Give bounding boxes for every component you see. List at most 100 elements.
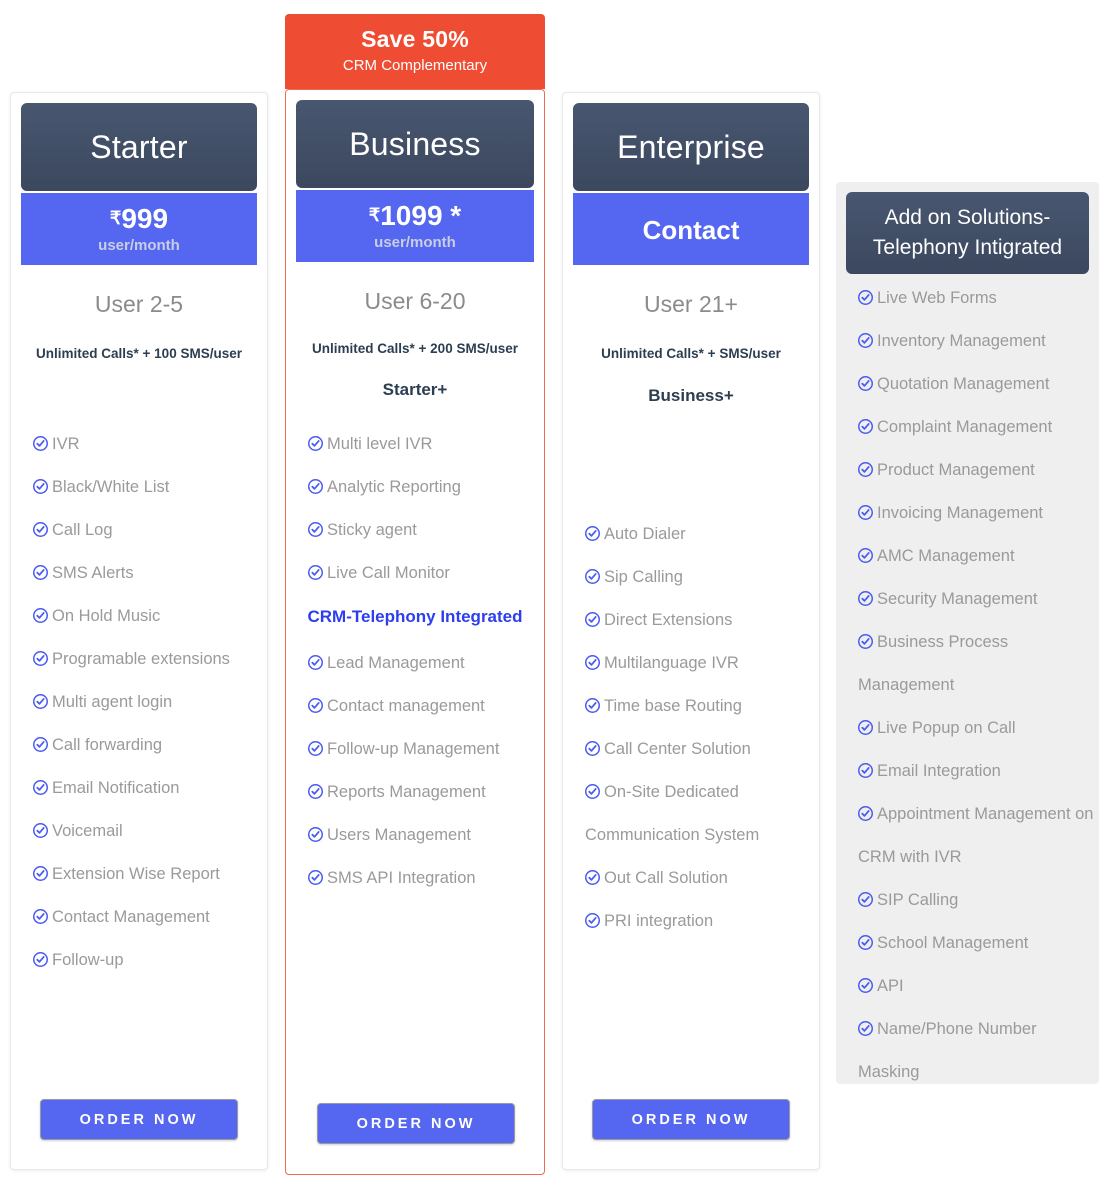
addon-panel-title: Add on Solutions-Telephony Intigrated (872, 206, 1063, 259)
check-circle-icon (308, 784, 323, 799)
feature-item: Programable extensions (11, 638, 267, 681)
order-now-button-enterprise[interactable]: ORDER NOW (592, 1099, 790, 1140)
price-value: 1099 * (380, 200, 462, 231)
plan-calls-starter: Unlimited Calls* + 100 SMS/user (36, 346, 242, 361)
feature-label: On Hold Music (52, 607, 161, 625)
check-circle-icon (33, 608, 48, 623)
feature-label: Contact management (327, 697, 485, 715)
feature-item: Black/White List (11, 466, 267, 509)
check-circle-icon (858, 978, 873, 993)
check-circle-icon (33, 651, 48, 666)
plan-tier-label-business: Starter+ (382, 380, 448, 399)
badge-main-text: Save 50% (361, 26, 469, 52)
feature-label: Follow-up Management (327, 740, 500, 758)
feature-item: Sip Calling (563, 556, 819, 599)
price-period: user/month (374, 234, 456, 251)
feature-label: Out Call Solution (604, 869, 728, 887)
feature-item: SMS Alerts (11, 552, 267, 595)
feature-label: Product Management (877, 461, 1035, 479)
feature-item: School Management (836, 922, 1099, 965)
check-circle-icon (858, 1021, 873, 1036)
check-circle-icon (308, 436, 323, 451)
feature-list-business: Multi level IVR Analytic Reporting Sticky … (286, 423, 544, 595)
feature-label: Voicemail (52, 822, 123, 840)
order-now-button-starter[interactable]: ORDER NOW (40, 1099, 238, 1140)
check-circle-icon (858, 763, 873, 778)
check-circle-icon (33, 823, 48, 838)
feature-item: Product Management (836, 449, 1099, 492)
check-circle-icon (585, 913, 600, 928)
check-circle-icon (858, 591, 873, 606)
feature-label: AMC Management (877, 547, 1015, 565)
feature-item: Sticky agent (286, 509, 544, 552)
plan-name: Starter (90, 128, 188, 165)
check-circle-icon (308, 741, 323, 756)
price-value: 999 (121, 203, 169, 234)
feature-item: Multi level IVR (286, 423, 544, 466)
check-circle-icon (585, 526, 600, 541)
feature-list-enterprise: Auto Dialer Sip Calling Direct Extensions M… (563, 513, 819, 943)
plan-card-starter: Starter ₹999 user/month User 2-5 Unlimit… (10, 92, 268, 1170)
feature-item: Complaint Management (836, 406, 1099, 449)
feature-label: Email Notification (52, 779, 180, 797)
price-period: user/month (98, 237, 180, 254)
feature-label: Direct Extensions (604, 611, 733, 629)
feature-item: Extension Wise Report (11, 853, 267, 896)
plan-name: Enterprise (617, 128, 765, 165)
feature-item: Contact management (286, 685, 544, 728)
feature-label: Analytic Reporting (327, 478, 461, 496)
check-circle-icon (585, 612, 600, 627)
check-circle-icon (33, 952, 48, 967)
addon-solutions-panel: Add on Solutions-Telephony Intigrated Li… (836, 182, 1099, 1084)
feature-item: Auto Dialer (563, 513, 819, 556)
check-circle-icon (858, 634, 873, 649)
feature-label: SIP Calling (877, 891, 959, 909)
feature-label: Live Popup on Call (877, 719, 1016, 737)
feature-label: Multi level IVR (327, 435, 433, 453)
rupee-symbol: ₹ (368, 205, 381, 225)
feature-label: Invoicing Management (877, 504, 1044, 522)
plan-price-starter: ₹999 user/month (21, 193, 257, 265)
feature-item: Security Management (836, 578, 1099, 621)
feature-label: Security Management (877, 590, 1038, 608)
pricing-table: Starter ₹999 user/month User 2-5 Unlimit… (0, 0, 1108, 1190)
feature-item: On Hold Music (11, 595, 267, 638)
feature-label: Multilanguage IVR (604, 654, 739, 672)
feature-item: Call forwarding (11, 724, 267, 767)
plan-users-business: User 6-20 (364, 288, 466, 314)
check-circle-icon (33, 436, 48, 451)
feature-label: Quotation Management (877, 375, 1050, 393)
plan-header-business: Business (296, 100, 534, 188)
check-circle-icon (858, 419, 873, 434)
feature-label: Call Log (52, 521, 113, 539)
feature-label: Appointment Management on CRM with IVR (858, 805, 1094, 866)
crm-integration-label: CRM-Telephony Integrated (307, 607, 523, 626)
check-circle-icon (33, 909, 48, 924)
feature-label: Follow-up (52, 951, 124, 969)
feature-label: Black/White List (52, 478, 170, 496)
feature-label: Reports Management (327, 783, 486, 801)
feature-label: Lead Management (327, 654, 465, 672)
feature-item: Reports Management (286, 771, 544, 814)
plan-header-starter: Starter (21, 103, 257, 191)
feature-item: Live Popup on Call (836, 707, 1099, 750)
feature-label: On-Site Dedicated Communication System (585, 783, 760, 844)
feature-item: Live Web Forms (836, 277, 1099, 320)
feature-item: IVR (11, 423, 267, 466)
price-value: Contact (642, 214, 740, 245)
check-circle-icon (33, 479, 48, 494)
feature-label: Complaint Management (877, 418, 1053, 436)
price-amount: ₹999 (110, 202, 168, 235)
feature-item: AMC Management (836, 535, 1099, 578)
plan-calls-business: Unlimited Calls* + 200 SMS/user (312, 341, 518, 356)
feature-label: Extension Wise Report (52, 865, 220, 883)
order-now-button-business[interactable]: ORDER NOW (317, 1103, 515, 1144)
check-circle-icon (308, 522, 323, 537)
check-circle-icon (858, 892, 873, 907)
feature-label: Live Web Forms (877, 289, 997, 307)
feature-label: Sticky agent (327, 521, 417, 539)
check-circle-icon (308, 565, 323, 580)
check-circle-icon (33, 737, 48, 752)
feature-label: Users Management (327, 826, 471, 844)
feature-item: SMS API Integration (286, 857, 544, 900)
